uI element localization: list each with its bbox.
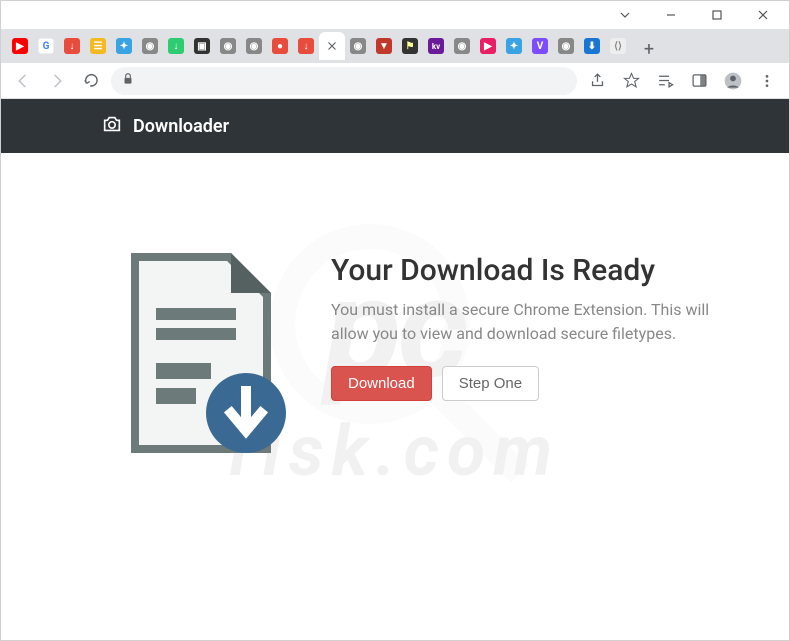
forward-button[interactable]	[43, 67, 71, 95]
tab-18[interactable]: ◉	[449, 32, 475, 60]
tab-12[interactable]: ↓	[293, 32, 319, 60]
button-row: Download Step One	[331, 366, 729, 401]
tab-11[interactable]: ●	[267, 32, 293, 60]
step-one-button[interactable]: Step One	[442, 366, 539, 401]
tab-strip: ▶ G ↓ ☰ ✦ ◉ ↓ ▣ ◉ ◉ ● ↓ ◉ ▼ ⚑ kv ◉ ▶ ✦ V…	[1, 29, 789, 63]
tab-19[interactable]: ▶	[475, 32, 501, 60]
sidepanel-icon[interactable]	[685, 67, 713, 95]
reload-button[interactable]	[77, 67, 105, 95]
playlist-icon[interactable]	[651, 67, 679, 95]
tab-9[interactable]: ◉	[215, 32, 241, 60]
close-button[interactable]	[741, 1, 785, 29]
brand-label: Downloader	[133, 116, 229, 137]
tab-7[interactable]: ↓	[163, 32, 189, 60]
close-tab-icon[interactable]	[325, 39, 339, 53]
hero-title: Your Download Is Ready	[331, 253, 729, 288]
tab-22[interactable]: ◉	[553, 32, 579, 60]
tab-15[interactable]: ▼	[371, 32, 397, 60]
new-tab-button[interactable]: +	[635, 35, 663, 63]
tab-list: ▶ G ↓ ☰ ✦ ◉ ↓ ▣ ◉ ◉ ● ↓ ◉ ▼ ⚑ kv ◉ ▶ ✦ V…	[7, 29, 631, 63]
document-download-icon	[111, 243, 291, 467]
tab-14[interactable]: ◉	[345, 32, 371, 60]
hero-subtitle: You must install a secure Chrome Extensi…	[331, 298, 711, 346]
page-header: Downloader	[1, 99, 789, 153]
profile-icon[interactable]	[719, 67, 747, 95]
share-icon[interactable]	[583, 67, 611, 95]
hero-section: Your Download Is Ready You must install …	[1, 153, 789, 467]
tab-10[interactable]: ◉	[241, 32, 267, 60]
window-titlebar	[1, 1, 789, 29]
tab-google[interactable]: G	[33, 32, 59, 60]
menu-icon[interactable]	[753, 67, 781, 95]
tab-active[interactable]	[319, 32, 345, 60]
browser-window: ▶ G ↓ ☰ ✦ ◉ ↓ ▣ ◉ ◉ ● ↓ ◉ ▼ ⚑ kv ◉ ▶ ✦ V…	[0, 0, 790, 641]
tab-4[interactable]: ☰	[85, 32, 111, 60]
dropdown-button[interactable]	[603, 1, 647, 29]
camera-icon	[101, 113, 123, 139]
bookmark-icon[interactable]	[617, 67, 645, 95]
tab-5[interactable]: ✦	[111, 32, 137, 60]
back-button[interactable]	[9, 67, 37, 95]
hero-text: Your Download Is Ready You must install …	[331, 243, 729, 467]
browser-toolbar	[1, 63, 789, 99]
tab-youtube[interactable]: ▶	[7, 32, 33, 60]
page-content: pc risk.com Downloader	[1, 99, 789, 640]
tab-6[interactable]: ◉	[137, 32, 163, 60]
tab-21[interactable]: V	[527, 32, 553, 60]
tab-16[interactable]: ⚑	[397, 32, 423, 60]
tab-24[interactable]: ⟨⟩	[605, 32, 631, 60]
tab-3[interactable]: ↓	[59, 32, 85, 60]
minimize-button[interactable]	[649, 1, 693, 29]
tab-23[interactable]: ⬇	[579, 32, 605, 60]
tab-17[interactable]: kv	[423, 32, 449, 60]
tab-20[interactable]: ✦	[501, 32, 527, 60]
download-button[interactable]: Download	[331, 366, 432, 401]
tab-8[interactable]: ▣	[189, 32, 215, 60]
maximize-button[interactable]	[695, 1, 739, 29]
address-bar[interactable]	[111, 67, 577, 95]
site-info-icon[interactable]	[121, 71, 135, 90]
